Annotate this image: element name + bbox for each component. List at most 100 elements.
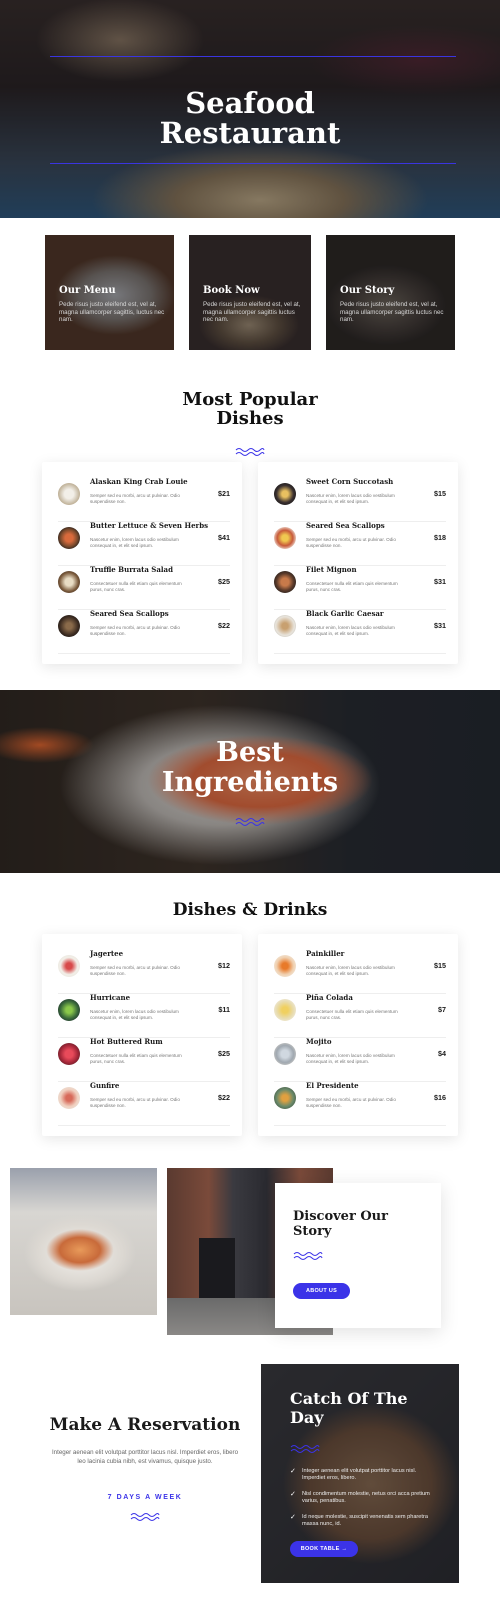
dish-price: $18 xyxy=(434,533,446,542)
popular-right-panel: Sweet Corn Succotash Nascetur enim, lore… xyxy=(258,462,458,664)
card-our-story[interactable]: Our Story Pede risus justo eleifend est,… xyxy=(326,235,455,350)
banner-title: Best Ingredients xyxy=(0,738,500,798)
catch-of-the-day-panel: Catch Of The Day ✓ Integer aenean elit vo… xyxy=(261,1364,459,1583)
card-title: Book Now xyxy=(203,285,260,296)
hero-bottom-line xyxy=(50,163,456,164)
dish-name: Butter Lettuce & Seven Herbs xyxy=(90,521,209,530)
catch-item-text: Nisl condimentum molestie, netus orci ac… xyxy=(302,1491,430,1504)
drink-description: Nascetur enim, lorem lacus odio vestibul… xyxy=(306,1053,395,1064)
dish-price: $15 xyxy=(434,489,446,498)
drink-image xyxy=(58,999,80,1021)
catch-item-text: Id neque molestie, suscipit venenatis se… xyxy=(302,1514,428,1527)
drink-image xyxy=(274,1043,296,1065)
drink-image xyxy=(274,955,296,977)
dish-name: Filet Mignon xyxy=(306,565,357,574)
drink-name: El Presidente xyxy=(306,1081,359,1090)
dish-description: Nascetur enim, lorem lacus odio vestibul… xyxy=(90,537,179,548)
drinks-right-panel: Painkiller Nascetur enim, lorem lacus od… xyxy=(258,934,458,1136)
menu-item[interactable]: Mojito Nascetur enim, lorem lacus odio v… xyxy=(274,1037,446,1082)
dish-image xyxy=(58,615,80,637)
story-title-line2: Story xyxy=(293,1224,332,1239)
hero-title-line1: Seafood xyxy=(185,86,315,120)
storefront-door xyxy=(199,1238,235,1298)
hero-title-line2: Restaurant xyxy=(159,116,341,150)
drinks-left-panel: Jagertee Semper sed eu morbi, arcu ut pu… xyxy=(42,934,242,1136)
card-book-now[interactable]: Book Now Pede risus justo eleifend est, … xyxy=(189,235,311,350)
plated-salmon-photo xyxy=(10,1168,157,1315)
dish-price: $31 xyxy=(434,621,446,630)
dish-description: Consectetuer nulla elit etiam quis eleme… xyxy=(90,581,182,592)
menu-item[interactable]: Butter Lettuce & Seven Herbs Nascetur en… xyxy=(58,521,230,566)
wave-divider-icon xyxy=(290,1445,320,1453)
story-title-line1: Discover Our xyxy=(293,1209,388,1224)
drink-price: $12 xyxy=(218,961,230,970)
drink-name: Piña Colada xyxy=(306,993,353,1002)
drink-price: $25 xyxy=(218,1049,230,1058)
menu-item[interactable]: Jagertee Semper sed eu morbi, arcu ut pu… xyxy=(58,949,230,994)
drink-image xyxy=(58,955,80,977)
hero-top-line xyxy=(50,56,456,57)
drinks-title: Dishes & Drinks xyxy=(172,900,328,920)
wave-divider-icon xyxy=(235,448,265,456)
drink-price: $7 xyxy=(438,1005,446,1014)
dish-description: Semper sed eu morbi, arcu ut pulvinar. O… xyxy=(306,537,396,548)
catch-item-text: Integer aenean elit volutpat porttitor l… xyxy=(302,1468,417,1481)
drink-description: Semper sed eu morbi, arcu ut pulvinar. O… xyxy=(90,1097,180,1108)
drink-description: Semper sed eu morbi, arcu ut pulvinar. O… xyxy=(306,1097,396,1108)
check-icon: ✓ xyxy=(290,1491,296,1498)
menu-item[interactable]: Seared Sea Scallops Semper sed eu morbi,… xyxy=(274,521,446,566)
hero-title: Seafood Restaurant xyxy=(0,88,500,148)
check-icon: ✓ xyxy=(290,1514,296,1521)
check-icon: ✓ xyxy=(290,1468,296,1475)
dish-name: Sweet Corn Succotash xyxy=(306,477,394,486)
dish-name: Alaskan King Crab Louie xyxy=(90,477,188,486)
dish-name: Black Garlic Caesar xyxy=(306,609,384,618)
menu-item[interactable]: Gunfire Semper sed eu morbi, arcu ut pul… xyxy=(58,1081,230,1126)
drink-name: Hurricane xyxy=(90,993,131,1002)
dish-price: $21 xyxy=(218,489,230,498)
drink-price: $22 xyxy=(218,1093,230,1102)
card-title: Our Story xyxy=(340,285,395,296)
dish-image xyxy=(274,571,296,593)
card-text: Pede risus justo eleifend est, vel at, m… xyxy=(340,301,444,323)
wave-divider-icon xyxy=(293,1252,323,1260)
drink-price: $15 xyxy=(434,961,446,970)
drink-name: Gunfire xyxy=(90,1081,120,1090)
menu-item[interactable]: Seared Sea Scallops Semper sed eu morbi,… xyxy=(58,609,230,654)
card-text: Pede risus justo eleifend est, vel at, m… xyxy=(203,301,301,323)
popular-title: Most Popular Dishes xyxy=(0,390,500,428)
menu-item[interactable]: El Presidente Semper sed eu morbi, arcu … xyxy=(274,1081,446,1126)
drink-price: $16 xyxy=(434,1093,446,1102)
book-table-button[interactable]: BOOK TABLE → xyxy=(290,1541,358,1557)
menu-item[interactable]: Alaskan King Crab Louie Semper sed eu mo… xyxy=(58,477,230,522)
dish-image xyxy=(58,483,80,505)
dish-image xyxy=(274,483,296,505)
dish-description: Semper sed eu morbi, arcu ut pulvinar. O… xyxy=(90,493,180,504)
menu-item[interactable]: Black Garlic Caesar Nascetur enim, lorem… xyxy=(274,609,446,654)
dish-description: Consectetuer nulla elit etiam quis eleme… xyxy=(306,581,398,592)
reservation-text: Integer aenean elit volutpat porttitor l… xyxy=(51,1449,239,1465)
card-title: Our Menu xyxy=(59,285,116,296)
about-us-button[interactable]: ABOUT US xyxy=(293,1283,350,1299)
drink-price: $11 xyxy=(218,1005,230,1014)
dish-price: $25 xyxy=(218,577,230,586)
dish-description: Nascetur enim, lorem lacus odio vestibul… xyxy=(306,493,395,504)
menu-item[interactable]: Filet Mignon Consectetuer nulla elit eti… xyxy=(274,565,446,610)
menu-item[interactable]: Painkiller Nascetur enim, lorem lacus od… xyxy=(274,949,446,994)
banner-title-line1: Best xyxy=(216,737,284,768)
drink-price: $4 xyxy=(438,1049,446,1058)
popular-left-panel: Alaskan King Crab Louie Semper sed eu mo… xyxy=(42,462,242,664)
drink-image xyxy=(274,999,296,1021)
card-our-menu[interactable]: Our Menu Pede risus justo eleifend est, … xyxy=(45,235,174,350)
dish-name: Seared Sea Scallops xyxy=(306,521,385,530)
menu-item[interactable]: Truffle Burrata Salad Consectetuer nulla… xyxy=(58,565,230,610)
menu-item[interactable]: Hurricane Nascetur enim, lorem lacus odi… xyxy=(58,993,230,1038)
menu-item[interactable]: Sweet Corn Succotash Nascetur enim, lore… xyxy=(274,477,446,522)
dish-image xyxy=(274,615,296,637)
menu-item[interactable]: Piña Colada Consectetuer nulla elit etia… xyxy=(274,993,446,1038)
dish-description: Nascetur enim, lorem lacus odio vestibul… xyxy=(306,625,395,636)
dish-image xyxy=(274,527,296,549)
menu-item[interactable]: Hot Buttered Rum Consectetuer nulla elit… xyxy=(58,1037,230,1082)
drink-image xyxy=(58,1087,80,1109)
drink-name: Painkiller xyxy=(306,949,345,958)
